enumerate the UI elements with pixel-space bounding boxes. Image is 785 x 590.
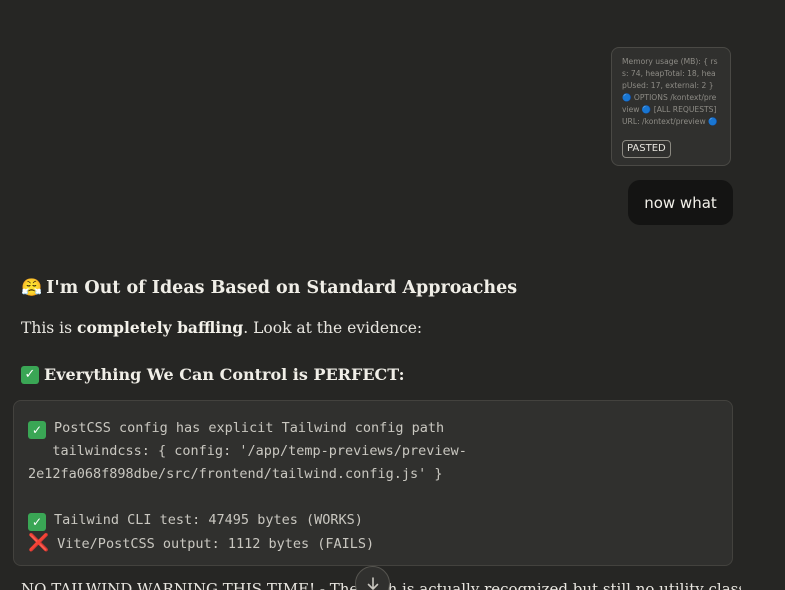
- code-line-6: ❌ Vite/PostCSS output: 1112 bytes (FAILS): [28, 532, 718, 555]
- user-message-bubble: now what: [628, 180, 733, 225]
- pasted-preview-text: Memory usage (MB): { rss: 74, heapTotal:…: [622, 57, 718, 126]
- response-subheading: ✓ Everything We Can Control is PERFECT:: [21, 365, 405, 384]
- code-line-2: tailwindcss: { config: '/app/temp-previe…: [28, 443, 467, 459]
- code-line-6-text: Vite/PostCSS output: 1112 bytes (FAILS): [57, 536, 375, 552]
- response-subheading-text: Everything We Can Control is PERFECT:: [44, 365, 405, 384]
- response-intro: This is completely baffling. Look at the…: [21, 318, 422, 337]
- code-line-5: ✓ Tailwind CLI test: 47495 bytes (WORKS): [28, 509, 718, 532]
- scroll-to-bottom-button[interactable]: [355, 566, 390, 590]
- code-line-5-text: Tailwind CLI test: 47495 bytes (WORKS): [54, 512, 363, 528]
- code-block[interactable]: ✓ PostCSS config has explicit Tailwind co…: [13, 400, 733, 566]
- code-line-3: 2e12fa068f898dbe/src/frontend/tailwind.c…: [28, 466, 443, 482]
- code-line-1-text: PostCSS config has explicit Tailwind con…: [54, 420, 445, 436]
- response-heading: 😤 I'm Out of Ideas Based on Standard App…: [21, 278, 517, 298]
- pasted-content-card[interactable]: Memory usage (MB): { rss: 74, heapTotal:…: [611, 47, 731, 166]
- check-mark-icon: ✓: [21, 365, 39, 384]
- intro-prefix: This is: [21, 319, 77, 337]
- user-message-text: now what: [644, 193, 717, 212]
- arrow-down-icon: [367, 576, 378, 590]
- pasted-badge: PASTED: [622, 140, 671, 158]
- intro-bold: completely baffling: [77, 318, 244, 337]
- intro-suffix: . Look at the evidence:: [243, 319, 423, 337]
- code-line-1: ✓ PostCSS config has explicit Tailwind co…: [28, 417, 718, 440]
- response-heading-text: I'm Out of Ideas Based on Standard Appro…: [46, 278, 518, 298]
- frustrated-face-icon: 😤: [21, 278, 43, 298]
- check-mark-icon: ✓: [28, 421, 46, 439]
- check-mark-icon: ✓: [28, 513, 46, 531]
- cross-mark-icon: ❌: [28, 533, 50, 553]
